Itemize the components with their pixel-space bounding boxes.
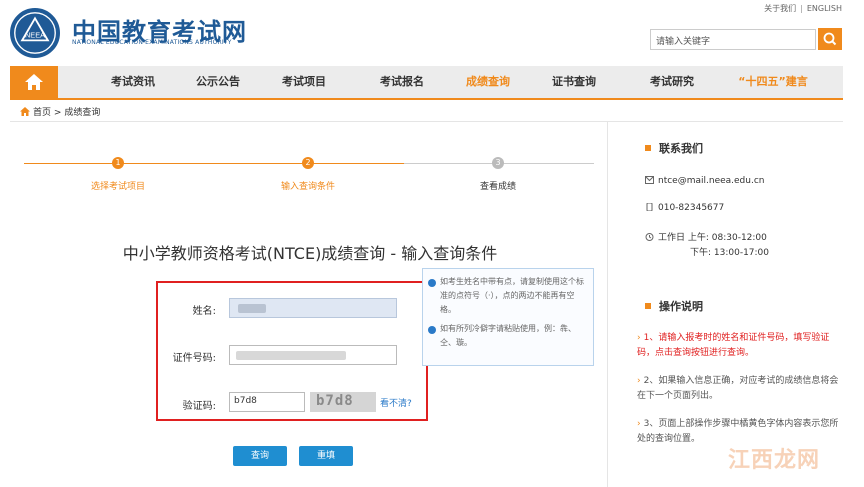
nav-item-exam-projects[interactable]: 考试项目: [259, 66, 349, 98]
reset-button[interactable]: 重填: [299, 446, 353, 466]
breadcrumb-home[interactable]: 首页: [33, 108, 51, 118]
search-icon: [823, 32, 837, 46]
breadcrumb-divider: [10, 121, 843, 122]
instruction-2-text: 2、如果输入信息正确，对应考试的成绩信息将会在下一个页面列出。: [637, 376, 839, 401]
search-input[interactable]: 请输入关键字: [650, 29, 816, 50]
top-links: 关于我们 | ENGLISH: [764, 3, 842, 14]
instruction-2: › 2、如果输入信息正确，对应考试的成绩信息将会在下一个页面列出。: [637, 374, 847, 404]
contact-heading: 联系我们: [645, 140, 703, 156]
nav-item-registration[interactable]: 考试报名: [357, 66, 447, 98]
arrow-icon: ›: [637, 333, 641, 343]
info-icon: [428, 326, 436, 334]
main-nav: 考试资讯 公示公告 考试项目 考试报名 成绩查询 证书查询 考试研究 “十四五”…: [10, 66, 843, 100]
breadcrumb-separator: >: [53, 108, 62, 118]
name-field[interactable]: [229, 298, 397, 318]
contact-hours-pm: 下午: 13:00-17:00: [690, 248, 770, 258]
home-icon: [25, 74, 43, 90]
contact-email[interactable]: ntce@mail.neea.edu.cn: [658, 176, 764, 186]
clock-icon: [645, 233, 654, 241]
email-icon: [645, 176, 654, 184]
id-number-label: 证件号码:: [172, 353, 216, 364]
step-1-indicator: 1: [112, 157, 124, 169]
nav-item-14th-five-year[interactable]: “十四五”建言: [718, 66, 828, 98]
instructions-title: 操作说明: [659, 300, 703, 313]
bullet-square-icon: [645, 303, 651, 309]
tip-dot-symbol: 如考生姓名中带有点，请复制使用这个标准的点符号（·），点的两边不能再有空格。: [440, 277, 584, 314]
instruction-1-text: 1、请输入报考时的姓名和证件号码，填写验证码，点击查询按钮进行查询。: [637, 333, 830, 358]
link-separator: |: [800, 4, 803, 13]
watermark: 江西龙网: [728, 448, 821, 473]
nav-item-exam-news[interactable]: 考试资讯: [88, 66, 178, 98]
instruction-3-text: 3、页面上部操作步骤中橘黄色字体内容表示您所处的查询位置。: [637, 419, 839, 444]
phone-icon: [646, 203, 653, 211]
contact-phone-row: 010-82345677: [645, 203, 724, 213]
contact-email-row: ntce@mail.neea.edu.cn: [645, 176, 764, 186]
nav-item-announcements[interactable]: 公示公告: [173, 66, 263, 98]
bullet-square-icon: [645, 145, 651, 151]
nav-item-exam-research[interactable]: 考试研究: [627, 66, 717, 98]
breadcrumb: 首页 > 成绩查询: [20, 105, 100, 118]
neea-logo[interactable]: NEEA: [10, 8, 60, 58]
site-subtitle: NATIONAL EDUCATION EXAMINATIONS AUTHORIT…: [72, 39, 232, 46]
nav-item-score-query[interactable]: 成绩查询: [443, 66, 533, 98]
captcha-field[interactable]: b7d8: [229, 392, 305, 412]
sidebar-divider: [607, 122, 608, 487]
nav-home-button[interactable]: [10, 66, 58, 98]
arrow-icon: ›: [637, 419, 641, 429]
captcha-image-text: b7d8: [316, 393, 354, 409]
info-icon: [428, 279, 436, 287]
step-2-label: 输入查询条件: [280, 182, 335, 192]
english-link[interactable]: ENGLISH: [807, 4, 842, 13]
id-number-field[interactable]: [229, 345, 397, 365]
instructions-heading: 操作说明: [645, 298, 703, 314]
step-3-indicator: 3: [492, 157, 504, 169]
contact-hours-am: 工作日 上午: 08:30-12:00: [658, 233, 767, 243]
site-header: NEEA 中国教育考试网 NATIONAL EDUCATION EXAMINAT…: [0, 0, 864, 66]
query-button[interactable]: 查询: [233, 446, 287, 466]
contact-phone: 010-82345677: [658, 203, 725, 213]
step-1-label: 选择考试项目: [90, 182, 145, 192]
redacted-id-number: [236, 351, 346, 360]
instruction-1: › 1、请输入报考时的姓名和证件号码，填写验证码，点击查询按钮进行查询。: [637, 331, 847, 361]
step-3-label: 查看成绩: [479, 182, 516, 192]
logo-text: NEEA: [25, 31, 45, 40]
about-us-link[interactable]: 关于我们: [764, 4, 796, 13]
tip-rare-characters: 如有所列冷僻字请粘贴使用，例：犇、仝、璇。: [440, 324, 576, 347]
captcha-refresh-link[interactable]: 看不清?: [380, 396, 412, 409]
captcha-label: 验证码:: [182, 401, 216, 412]
contact-title: 联系我们: [659, 142, 703, 155]
breadcrumb-current: 成绩查询: [64, 108, 101, 118]
step-2-indicator: 2: [302, 157, 314, 169]
page-title: 中小学教师资格考试(NTCE)成绩查询 - 输入查询条件: [122, 244, 498, 263]
breadcrumb-home-icon: [20, 107, 30, 116]
name-label: 姓名:: [192, 306, 216, 317]
search-button[interactable]: [818, 28, 842, 50]
nav-item-certificate-query[interactable]: 证书查询: [529, 66, 619, 98]
redacted-name: [238, 304, 266, 313]
contact-hours-row: 工作日 上午: 08:30-12:00: [645, 230, 767, 243]
step-progress-done: [24, 163, 404, 164]
arrow-icon: ›: [637, 376, 641, 386]
